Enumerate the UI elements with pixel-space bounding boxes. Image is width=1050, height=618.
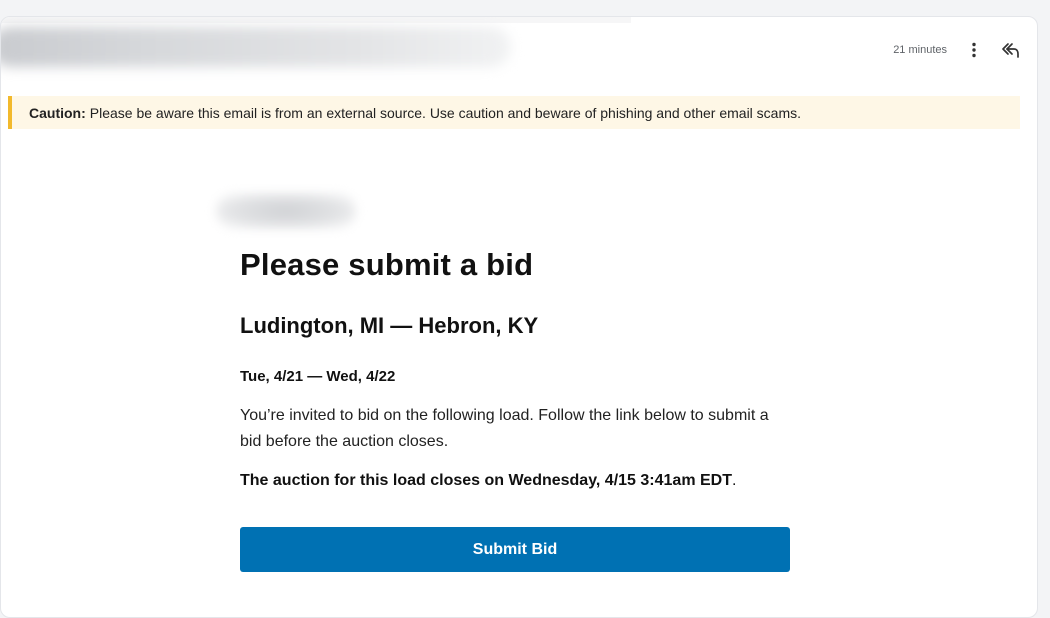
redacted-logo (216, 193, 356, 229)
invite-text: You’re invited to bid on the following l… (240, 407, 769, 450)
email-body: Please submit a bid Ludington, MI — Hebr… (240, 245, 790, 572)
reply-all-button[interactable] (998, 37, 1024, 63)
auction-close-period: . (731, 472, 737, 489)
load-dates: Tue, 4/21 — Wed, 4/22 (240, 368, 396, 385)
caution-text: Please be aware this email is from an ex… (89, 104, 802, 121)
redacted-top-bar (1, 17, 631, 23)
caution-banner: Caution: Please be aware this email is f… (8, 96, 1020, 129)
email-timestamp: 21 minutes (893, 44, 947, 56)
load-route: Ludington, MI — Hebron, KY (240, 313, 539, 338)
email-title: Please submit a bid (240, 247, 534, 282)
more-vertical-icon (972, 42, 976, 58)
auction-close-bold: The auction for this load closes on Wedn… (240, 472, 732, 489)
caution-label: Caution: (29, 104, 86, 121)
redacted-sender (1, 27, 511, 67)
auction-close-text: The auction for this load closes on Wedn… (240, 470, 790, 492)
more-options-button[interactable] (961, 37, 987, 63)
reply-all-icon (1002, 43, 1019, 58)
submit-bid-button[interactable]: Submit Bid (240, 527, 790, 572)
email-card: 21 minutes Caution: Please be aware this… (0, 16, 1038, 618)
